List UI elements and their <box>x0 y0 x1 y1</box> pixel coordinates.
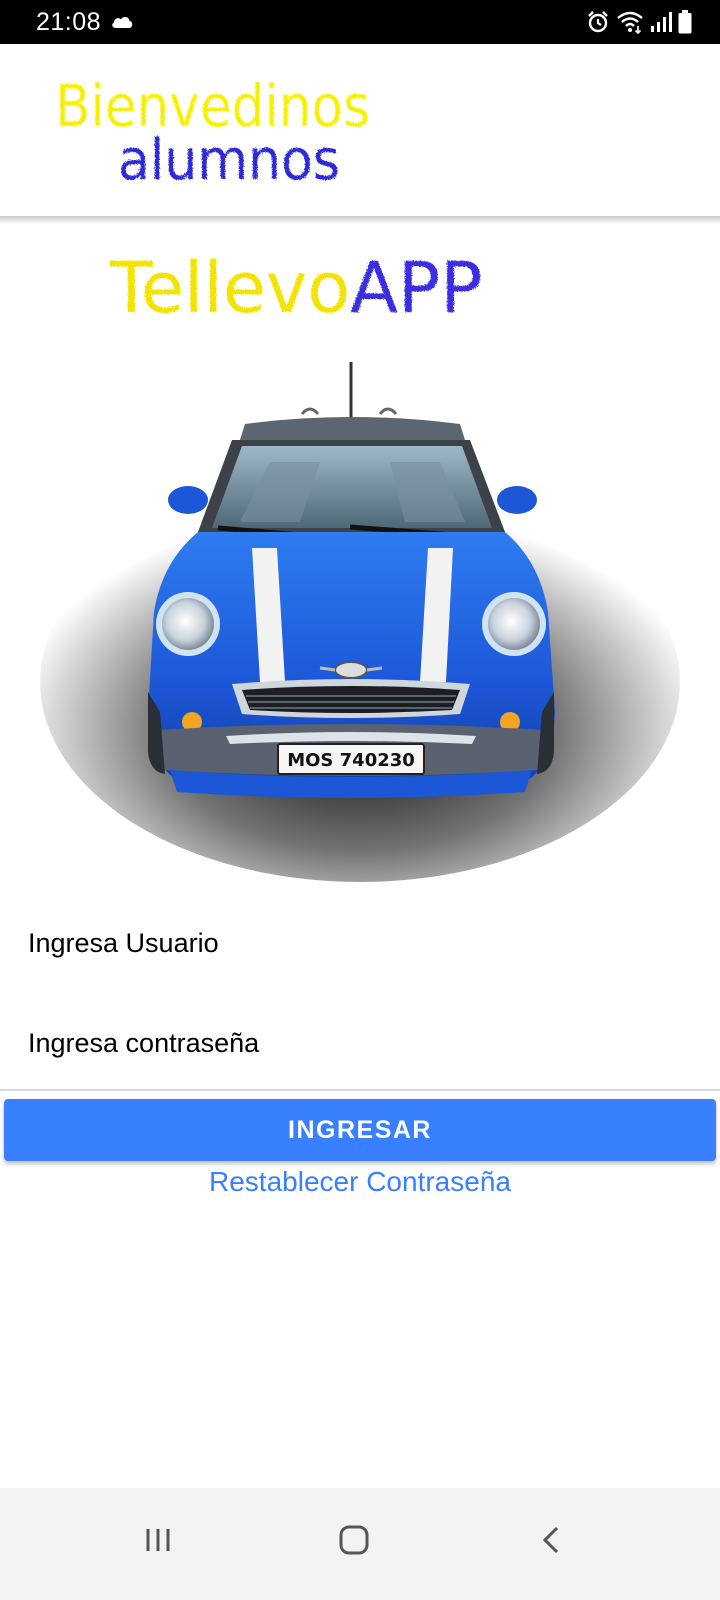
back-icon <box>542 1526 559 1554</box>
password-input[interactable] <box>28 993 688 1093</box>
form-divider <box>0 1089 720 1091</box>
status-icons <box>586 9 692 35</box>
status-time: 21:08 <box>36 8 102 36</box>
cloud-icon <box>112 17 133 28</box>
car-plate: MOS 740230 <box>287 750 415 771</box>
alarm-icon <box>588 11 608 33</box>
home-button[interactable] <box>314 1510 394 1570</box>
recents-button[interactable] <box>118 1510 198 1570</box>
recents-icon <box>146 1529 170 1551</box>
reset-password-link[interactable]: Restablecer Contraseña <box>0 1166 720 1198</box>
app-header: Bienvedinos alumnos <box>0 44 720 216</box>
car-image: MOS 740230 <box>20 352 700 882</box>
signal-icon <box>651 12 672 32</box>
app-logo: TellevoAPP <box>100 232 500 342</box>
wifi-icon <box>617 11 643 34</box>
svg-text:TellevoAPP: TellevoAPP <box>109 247 482 329</box>
header-title-line2: alumnos <box>118 128 340 193</box>
status-bar: 21:08 <box>0 0 720 44</box>
username-input[interactable] <box>28 893 688 993</box>
login-screen: 21:08 Bienvedinos alumnos TellevoAPP MOS… <box>0 0 720 1600</box>
back-button[interactable] <box>512 1510 592 1570</box>
battery-icon <box>678 10 692 34</box>
logo-text-part2: APP <box>350 247 482 329</box>
login-button[interactable]: INGRESAR <box>4 1099 716 1161</box>
home-icon <box>339 1525 369 1555</box>
password-field-container <box>0 993 720 1093</box>
header-title: Bienvedinos alumnos <box>55 72 371 194</box>
header-shadow <box>0 216 720 224</box>
system-nav-bar <box>0 1488 720 1600</box>
logo-text-part1: Tellevo <box>109 247 350 329</box>
username-field-container <box>0 893 720 993</box>
